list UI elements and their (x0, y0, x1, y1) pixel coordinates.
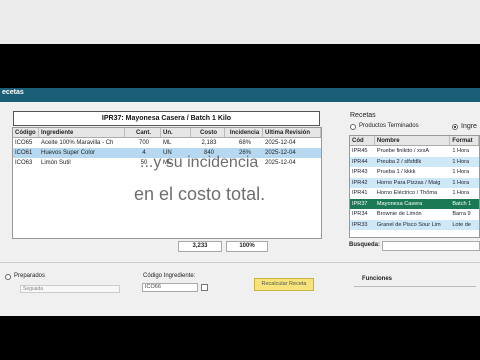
top-blank-area (0, 0, 480, 44)
recalculate-recipe-button[interactable]: Recalcular Receta (254, 278, 314, 291)
window-title: ecetas (2, 89, 24, 96)
list-item[interactable]: IPR43 Prueba 1 / kkkk 1 Hora (350, 167, 479, 178)
col-header-incidencia[interactable]: Incidencia (225, 128, 263, 137)
cell-name: Brownie de Limón (376, 211, 422, 217)
cell-code: IPR42 (352, 179, 368, 186)
funciones-divider (354, 286, 476, 287)
cell-code: IPR33 (352, 221, 368, 228)
col-header-revision[interactable]: Ultima Revisión (263, 128, 321, 137)
recipes-table[interactable]: Cód Nombre Format IPR45 Pruebe finikito … (349, 135, 480, 238)
window-title-bar: ecetas (0, 88, 480, 102)
cell-revision: 2025-12-04 (265, 150, 296, 156)
codigo-checkbox[interactable] (201, 284, 208, 291)
col-header-format[interactable]: Format (450, 136, 479, 145)
total-incidence-field: 100% (226, 241, 268, 252)
cell-name: Granel de Pisco Sour Lim (376, 221, 441, 228)
preparados-field[interactable]: Seguada (20, 285, 120, 293)
cell-name: Aceite 100% Maravilla - Ch (41, 140, 114, 146)
cell-name: Pruebe finikito / xxxA (376, 148, 430, 154)
col-header-nombre[interactable]: Nombre (375, 136, 451, 145)
cell-format: 1 Hora (452, 190, 470, 196)
recipe-header-field: IPR37: Mayonesa Casera / Batch 1 Kilo (13, 111, 320, 126)
cell-code: IPR43 (352, 169, 368, 175)
caption-line-2: en el costo total. (134, 184, 266, 204)
codigo-ingrediente-input[interactable]: ICO66 (142, 283, 198, 292)
cell-format: Lote de (452, 221, 471, 228)
search-label: Busqueda: (349, 242, 381, 248)
radio-preparados-label: Preparados (14, 273, 46, 279)
list-item[interactable]: IPR44 Preuba 2 / slfsfdlk 1 Hora (350, 156, 479, 167)
list-item[interactable]: IPR45 Pruebe finikito / xxxA 1 Hora (350, 146, 479, 157)
recipes-panel-label: Recetas (350, 112, 376, 119)
cell-name: Mayonesa Casera (376, 200, 423, 207)
radio-productos-terminados[interactable] (350, 124, 356, 130)
caption-line-1: ...y su incidencia (140, 154, 259, 171)
recipes-table-header: Cód Nombre Format (350, 136, 479, 146)
cell-unit: ML (163, 140, 172, 146)
cell-qty: 700 (138, 140, 149, 146)
list-item[interactable]: IPR34 Brownie de Limón Barra 9 (350, 209, 479, 220)
ingredients-table-header: Código Ingrediente Cant. Un. Costo Incid… (13, 128, 321, 138)
search-input[interactable] (382, 241, 480, 251)
cell-code: IPR45 (352, 148, 368, 154)
cell-code: ICO63 (15, 160, 33, 166)
cell-format: 1 Hora (452, 169, 470, 175)
codigo-ingrediente-label: Código Ingrediente: (143, 273, 196, 279)
cell-code: IPR37 (352, 200, 368, 207)
cell-code: ICO65 (15, 140, 33, 146)
col-header-costo[interactable]: Costo (191, 128, 225, 137)
cell-name: Horno Eléctrico / Thôma (376, 190, 438, 196)
cell-name: Horno Para Pizzas / Maig (376, 179, 441, 186)
cell-code: IPR34 (352, 211, 368, 217)
list-item-selected[interactable]: IPR37 Mayonesa Casera Batch 1 (350, 198, 479, 209)
total-cost-field: 3,233 (178, 241, 222, 252)
col-header-ingrediente[interactable]: Ingrediente (39, 128, 125, 137)
cell-cost: 2,183 (201, 140, 217, 146)
cell-name: Limón Sutil (41, 160, 71, 166)
col-header-codigo[interactable]: Código (13, 128, 39, 137)
cell-revision: 2025-12-04 (265, 160, 296, 166)
cell-code: IPR44 (352, 158, 368, 165)
col-header-cod[interactable]: Cód (350, 136, 375, 145)
cell-format: Batch 1 (452, 200, 472, 207)
radio-ingredientes-label: Ingre (461, 123, 477, 130)
cell-format: Barra 9 (452, 211, 471, 217)
col-header-un[interactable]: Un. (161, 128, 191, 137)
section-divider (0, 262, 480, 263)
cell-revision: 2025-12-04 (265, 140, 296, 146)
list-item[interactable]: IPR41 Horno Eléctrico / Thôma 1 Hora (350, 188, 479, 199)
app-window: IPR37: Mayonesa Casera / Batch 1 Kilo Có… (0, 102, 480, 316)
cell-format: 1 Hora (452, 148, 470, 154)
radio-ingredientes[interactable] (452, 124, 458, 130)
cell-name: Preuba 2 / slfsfdlk (376, 158, 422, 165)
cell-incidence: 68% (238, 140, 251, 146)
list-item[interactable]: IPR42 Horno Para Pizzas / Maig 1 Hora (350, 177, 479, 188)
funciones-label: Funciones (362, 276, 393, 282)
cell-name: Prueba 1 / kkkk (376, 169, 416, 175)
cell-code: ICO61 (15, 150, 33, 156)
cell-format: 1 Hora (452, 179, 470, 186)
cell-code: IPR41 (352, 190, 368, 196)
radio-productos-terminados-label: Productos Terminados (359, 123, 419, 129)
col-header-cant[interactable]: Cant. (125, 128, 161, 137)
cell-format: 1 Hora (452, 158, 470, 165)
list-item[interactable]: IPR33 Granel de Pisco Sour Lim Lote de (350, 219, 479, 230)
ingredients-table[interactable]: Código Ingrediente Cant. Un. Costo Incid… (12, 127, 322, 239)
cell-name: Huevos Super Color (41, 150, 96, 156)
radio-preparados[interactable] (5, 274, 11, 280)
table-row[interactable]: ICO65 Aceite 100% Maravilla - Ch 700 ML … (13, 138, 321, 148)
